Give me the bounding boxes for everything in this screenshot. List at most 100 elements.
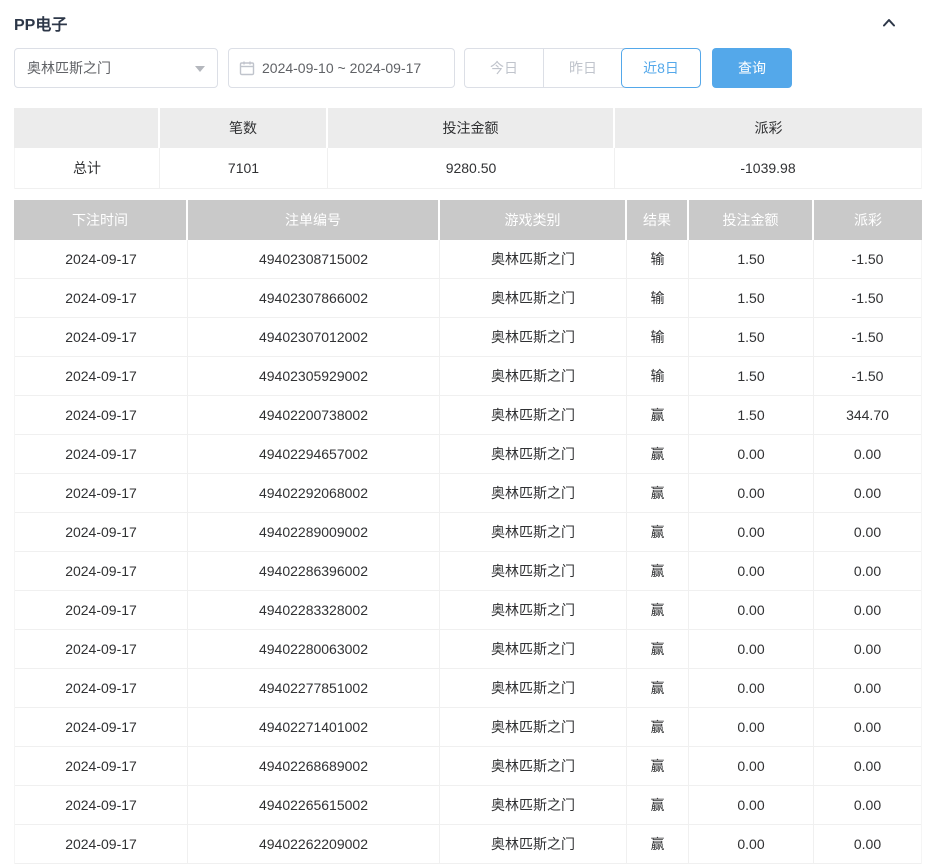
table-cell: 2024-09-17 <box>15 630 187 668</box>
table-cell: 奥林匹斯之门 <box>439 474 626 512</box>
table-cell: 0.00 <box>688 747 813 785</box>
table-cell: 奥林匹斯之门 <box>439 708 626 746</box>
summary-bet-amount: 9280.50 <box>327 148 614 188</box>
summary-table: 笔数 投注金额 派彩 总计 7101 9280.50 -1039.98 <box>14 108 922 189</box>
summary-count: 7101 <box>159 148 327 188</box>
table-row: 2024-09-1749402277851002奥林匹斯之门赢0.000.00 <box>15 669 921 708</box>
summary-total-label: 总计 <box>15 148 159 188</box>
table-cell: 0.00 <box>813 708 921 746</box>
table-row: 2024-09-1749402307866002奥林匹斯之门输1.50-1.50 <box>15 279 921 318</box>
table-cell: 赢 <box>626 708 688 746</box>
table-cell: 0.00 <box>688 630 813 668</box>
table-row: 2024-09-1749402280063002奥林匹斯之门赢0.000.00 <box>15 630 921 669</box>
table-cell: 1.50 <box>688 318 813 356</box>
summary-table-body: 总计 7101 9280.50 -1039.98 <box>14 148 922 189</box>
date-range-picker[interactable]: 2024-09-10 ~ 2024-09-17 <box>228 48 455 88</box>
table-cell: 0.00 <box>813 630 921 668</box>
table-cell: -1.50 <box>813 240 921 278</box>
table-cell: 输 <box>626 318 688 356</box>
table-cell: 赢 <box>626 747 688 785</box>
table-cell: 2024-09-17 <box>15 786 187 824</box>
table-cell: 49402283328002 <box>187 591 439 629</box>
table-cell: 2024-09-17 <box>15 513 187 551</box>
table-cell: 49402268689002 <box>187 747 439 785</box>
table-cell: -1.50 <box>813 357 921 395</box>
table-cell: 2024-09-17 <box>15 357 187 395</box>
table-cell: 奥林匹斯之门 <box>439 669 626 707</box>
summary-header-cell: 派彩 <box>613 108 922 148</box>
pp-electronic-panel: PP电子 奥林匹斯之门 2024-09-10 ~ 2024-09-17 今日 昨… <box>0 0 937 839</box>
table-cell: 0.00 <box>688 825 813 863</box>
table-cell: -1.50 <box>813 318 921 356</box>
column-header-game-category: 游戏类别 <box>438 200 625 240</box>
table-cell: 49402294657002 <box>187 435 439 473</box>
table-cell: 2024-09-17 <box>15 825 187 863</box>
table-cell: 奥林匹斯之门 <box>439 591 626 629</box>
table-cell: 49402286396002 <box>187 552 439 590</box>
table-cell: 49402292068002 <box>187 474 439 512</box>
table-cell: 赢 <box>626 474 688 512</box>
table-cell: 49402200738002 <box>187 396 439 434</box>
table-cell: 奥林匹斯之门 <box>439 318 626 356</box>
table-cell: 49402262209002 <box>187 825 439 863</box>
table-cell: -1.50 <box>813 279 921 317</box>
summary-table-header: 笔数 投注金额 派彩 <box>14 108 922 148</box>
table-cell: 49402307012002 <box>187 318 439 356</box>
table-row: 2024-09-1749402265615002奥林匹斯之门赢0.000.00 <box>15 786 921 825</box>
chevron-up-icon[interactable] <box>880 14 898 32</box>
table-cell: 奥林匹斯之门 <box>439 396 626 434</box>
table-cell: 赢 <box>626 435 688 473</box>
table-cell: 0.00 <box>813 435 921 473</box>
panel-header: PP电子 <box>14 8 922 38</box>
table-cell: 1.50 <box>688 396 813 434</box>
table-cell: 2024-09-17 <box>15 591 187 629</box>
table-row: 2024-09-1749402289009002奥林匹斯之门赢0.000.00 <box>15 513 921 552</box>
table-cell: 赢 <box>626 552 688 590</box>
table-cell: 2024-09-17 <box>15 396 187 434</box>
table-cell: 344.70 <box>813 396 921 434</box>
table-cell: 奥林匹斯之门 <box>439 630 626 668</box>
table-row: 2024-09-1749402268689002奥林匹斯之门赢0.000.00 <box>15 747 921 786</box>
table-cell: 0.00 <box>813 513 921 551</box>
table-cell: 49402289009002 <box>187 513 439 551</box>
table-cell: 2024-09-17 <box>15 474 187 512</box>
table-cell: 0.00 <box>688 669 813 707</box>
summary-total-row: 总计 7101 9280.50 -1039.98 <box>15 148 921 189</box>
table-cell: 奥林匹斯之门 <box>439 357 626 395</box>
table-cell: 0.00 <box>688 435 813 473</box>
table-cell: 1.50 <box>688 357 813 395</box>
last-8-days-button[interactable]: 近8日 <box>622 49 700 87</box>
yesterday-button[interactable]: 昨日 <box>543 49 622 87</box>
bet-records-table: 下注时间 注单编号 游戏类别 结果 投注金额 派彩 2024-09-174940… <box>14 200 922 864</box>
table-cell: 0.00 <box>813 474 921 512</box>
column-header-bet-time: 下注时间 <box>14 200 186 240</box>
table-cell: 奥林匹斯之门 <box>439 279 626 317</box>
table-cell: 0.00 <box>813 591 921 629</box>
table-cell: 0.00 <box>688 513 813 551</box>
table-row: 2024-09-1749402307012002奥林匹斯之门输1.50-1.50 <box>15 318 921 357</box>
table-cell: 49402307866002 <box>187 279 439 317</box>
search-button[interactable]: 查询 <box>712 48 792 88</box>
summary-header-cell <box>14 108 158 148</box>
summary-payout: -1039.98 <box>614 148 921 188</box>
table-cell: 奥林匹斯之门 <box>439 786 626 824</box>
column-header-payout: 派彩 <box>812 200 922 240</box>
table-cell: 赢 <box>626 669 688 707</box>
date-range-value: 2024-09-10 ~ 2024-09-17 <box>262 60 421 76</box>
table-cell: 2024-09-17 <box>15 279 187 317</box>
today-button[interactable]: 今日 <box>465 49 543 87</box>
table-cell: 0.00 <box>688 552 813 590</box>
summary-header-cell: 笔数 <box>158 108 326 148</box>
table-cell: 2024-09-17 <box>15 669 187 707</box>
table-cell: 49402277851002 <box>187 669 439 707</box>
table-cell: 输 <box>626 279 688 317</box>
summary-header-cell: 投注金额 <box>326 108 613 148</box>
table-cell: 奥林匹斯之门 <box>439 513 626 551</box>
game-select[interactable]: 奥林匹斯之门 <box>14 48 218 88</box>
table-cell: 赢 <box>626 630 688 668</box>
table-row: 2024-09-1749402308715002奥林匹斯之门输1.50-1.50 <box>15 240 921 279</box>
game-select-value: 奥林匹斯之门 <box>27 58 111 78</box>
table-cell: 49402265615002 <box>187 786 439 824</box>
table-cell: 1.50 <box>688 279 813 317</box>
panel-title: PP电子 <box>14 11 67 35</box>
